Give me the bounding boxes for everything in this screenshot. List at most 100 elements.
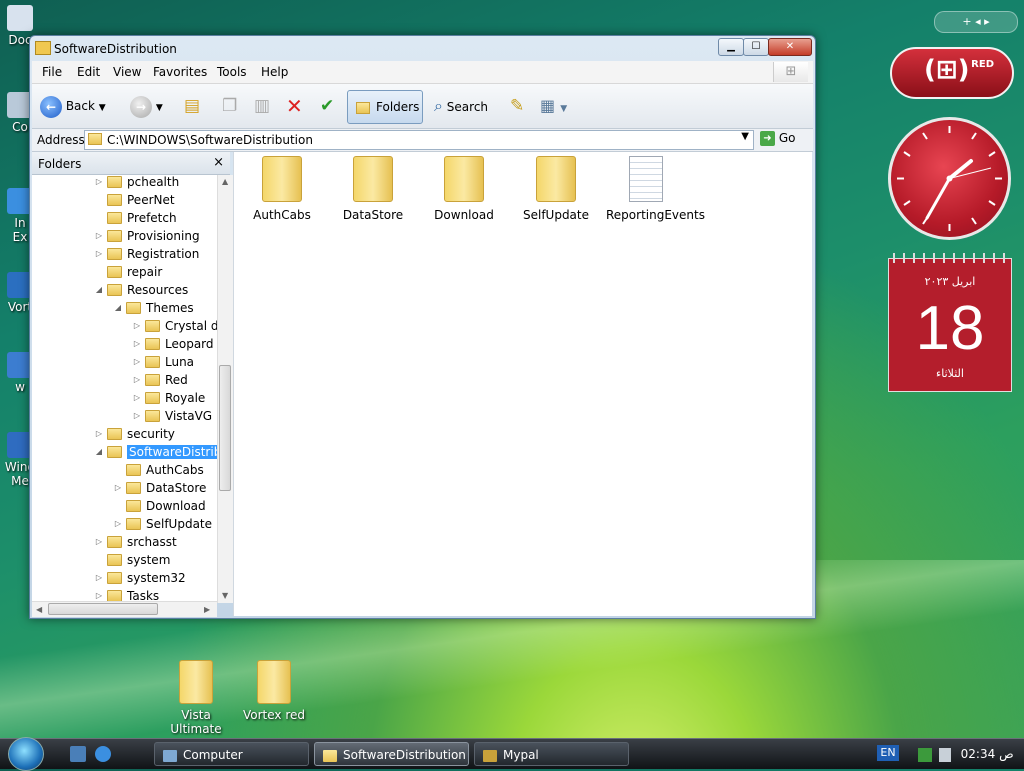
folder-icon [323, 749, 337, 762]
expand-toggle-icon[interactable]: ◢ [93, 281, 105, 299]
expand-toggle-icon[interactable]: ▷ [131, 353, 143, 371]
tree-item[interactable]: ▷ Royale [131, 389, 205, 407]
expand-toggle-icon[interactable]: ▷ [112, 479, 124, 497]
clock-gadget[interactable] [888, 117, 1011, 240]
ie-icon[interactable] [95, 746, 111, 762]
expand-toggle-icon[interactable]: ▷ [131, 389, 143, 407]
desktop-folder-vista-ultimate[interactable]: Vista Ultimate [156, 660, 236, 736]
tray-clock[interactable]: 02:34 ص [961, 747, 1014, 761]
language-indicator[interactable]: EN [877, 745, 899, 761]
maximize-button[interactable]: ☐ [743, 38, 769, 56]
task-mypal[interactable]: Mypal [474, 742, 629, 766]
tree-item[interactable]: ▷ Leopard [131, 335, 214, 353]
menu-view[interactable]: View [113, 65, 141, 79]
expand-toggle-icon[interactable]: ◢ [112, 299, 124, 317]
close-button[interactable]: ✕ [768, 38, 812, 56]
tree-item[interactable]: ▷ security [93, 425, 175, 443]
scroll-right-icon[interactable]: ▶ [204, 605, 210, 614]
expand-toggle-icon[interactable]: ▷ [93, 425, 105, 443]
task-computer[interactable]: Computer [154, 742, 309, 766]
up-folder-button[interactable]: ▤ [184, 90, 200, 122]
expand-toggle-icon[interactable]: ▷ [93, 533, 105, 551]
expand-toggle-icon[interactable]: ▷ [93, 227, 105, 245]
scroll-thumb[interactable] [48, 603, 158, 615]
tree-item[interactable]: ▷ pchealth [93, 175, 179, 191]
show-desktop-icon[interactable] [70, 746, 86, 762]
folder-options-button[interactable]: ✎ [510, 90, 524, 122]
scroll-up-icon[interactable]: ▲ [222, 177, 228, 186]
title-bar[interactable]: SoftwareDistribution ▁ ☐ ✕ [30, 36, 815, 60]
close-pane-button[interactable]: × [213, 155, 224, 170]
network-icon[interactable] [918, 747, 932, 762]
tree-item[interactable]: PeerNet [93, 191, 175, 209]
tree-item[interactable]: ▷ VistaVG I [131, 407, 217, 425]
tree-item[interactable]: Prefetch [93, 209, 177, 227]
tree-item[interactable]: ▷ DataStore [112, 479, 206, 497]
volume-icon[interactable] [938, 747, 951, 762]
chevron-down-icon[interactable]: ▼ [741, 131, 749, 142]
tree-item[interactable]: Download [112, 497, 206, 515]
scroll-down-icon[interactable]: ▼ [222, 591, 228, 600]
tree-item[interactable]: ▷ Red [131, 371, 188, 389]
folder-item[interactable]: DataStore [333, 156, 413, 222]
folder-icon [107, 446, 122, 458]
views-button[interactable]: ▦ ▼ [540, 90, 567, 122]
folder-icon [179, 660, 213, 704]
forward-button[interactable]: → ▼ [130, 90, 163, 122]
tree-item[interactable]: ▷ Luna [131, 353, 194, 371]
file-item[interactable]: ReportingEvents [606, 156, 705, 222]
tree-item-label: Provisioning [127, 229, 200, 243]
tree-item[interactable]: ▷ SelfUpdate [112, 515, 212, 533]
tree-item[interactable]: ▷ system32 [93, 569, 186, 587]
tree-item[interactable]: ◢ SoftwareDistrib [93, 443, 217, 461]
red-logo-gadget[interactable]: (⊞) RED [890, 47, 1014, 99]
expand-toggle-icon[interactable]: ▷ [93, 245, 105, 263]
task-softwaredistribution[interactable]: SoftwareDistribution [314, 742, 469, 766]
undo-button[interactable]: ✔ [320, 90, 334, 122]
expand-toggle-icon[interactable]: ▷ [93, 175, 105, 191]
tree-item[interactable]: ◢ Resources [93, 281, 188, 299]
expand-toggle-icon[interactable]: ▷ [131, 335, 143, 353]
expand-toggle-icon[interactable]: ▷ [131, 407, 143, 425]
copy-button[interactable]: ❐ [222, 90, 237, 122]
expand-toggle-icon[interactable]: ▷ [112, 515, 124, 533]
menu-favorites[interactable]: Favorites [153, 65, 207, 79]
tree-vertical-scrollbar[interactable]: ▲ ▼ [217, 175, 233, 603]
back-button[interactable]: ← Back ▼ [40, 90, 106, 122]
tree-item[interactable]: ▷ Crystal d [131, 317, 217, 335]
minimize-button[interactable]: ▁ [718, 38, 744, 56]
address-input[interactable]: C:\WINDOWS\SoftwareDistribution ▼ [84, 130, 754, 150]
calendar-gadget[interactable]: ابريل ٢٠٢٣ 18 الثلاثاء [888, 253, 1012, 392]
start-button[interactable] [8, 737, 44, 771]
search-button[interactable]: ⌕ Search [434, 90, 488, 122]
desktop-folder-vortex-red[interactable]: Vortex red [236, 660, 312, 722]
expand-toggle-icon[interactable]: ▷ [131, 371, 143, 389]
scroll-thumb[interactable] [219, 365, 231, 491]
folders-button[interactable]: Folders [347, 90, 423, 124]
delete-button[interactable]: ✕ [286, 90, 303, 122]
folder-item[interactable]: AuthCabs [242, 156, 322, 222]
folder-item[interactable]: SelfUpdate [516, 156, 596, 222]
tree-item[interactable]: AuthCabs [112, 461, 204, 479]
tree-item[interactable]: ▷ srchasst [93, 533, 177, 551]
tree-item[interactable]: ▷ Provisioning [93, 227, 200, 245]
tree-item[interactable]: ▷ Registration [93, 245, 199, 263]
expand-toggle-icon[interactable]: ▷ [131, 317, 143, 335]
folder-icon [444, 156, 484, 202]
go-button[interactable]: ➜ Go [760, 131, 795, 146]
expand-toggle-icon[interactable]: ▷ [93, 569, 105, 587]
move-button[interactable]: ▥ [254, 90, 270, 122]
menu-help[interactable]: Help [261, 65, 288, 79]
documents-icon [7, 5, 33, 31]
expand-toggle-icon[interactable]: ◢ [93, 443, 105, 461]
tree-item[interactable]: repair [93, 263, 162, 281]
menu-tools[interactable]: Tools [217, 65, 247, 79]
tree-item[interactable]: system [93, 551, 170, 569]
folder-item[interactable]: Download [424, 156, 504, 222]
tree-horizontal-scrollbar[interactable]: ◀ ▶ [32, 601, 217, 617]
tree-item[interactable]: ◢ Themes [112, 299, 194, 317]
menu-file[interactable]: File [42, 65, 62, 79]
scroll-left-icon[interactable]: ◀ [36, 605, 42, 614]
sidebar-controls[interactable]: + ◂ ▸ [934, 11, 1018, 33]
menu-edit[interactable]: Edit [77, 65, 100, 79]
